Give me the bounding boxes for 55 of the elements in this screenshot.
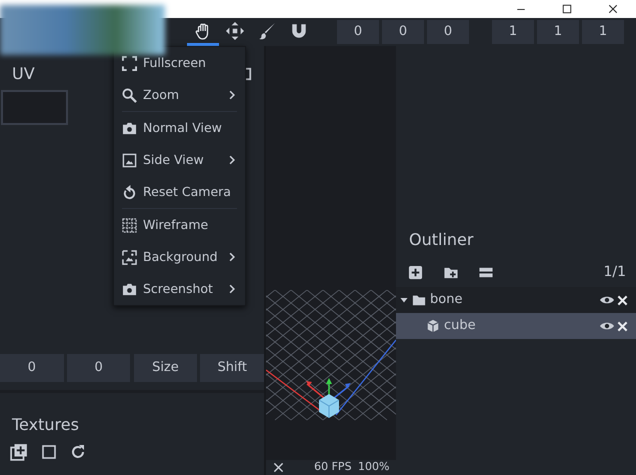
move-arrows-icon <box>226 22 244 40</box>
number-field[interactable]: 1 <box>537 20 579 44</box>
brush-icon <box>258 22 276 40</box>
group-name: bone <box>430 291 462 310</box>
panel-title: Outliner <box>409 230 474 249</box>
menu-item[interactable]: Side View <box>114 144 245 176</box>
fullscreen-icon <box>122 56 137 70</box>
collapse-icon[interactable] <box>478 265 494 280</box>
panel-title: Textures <box>12 415 79 434</box>
add-texture-icon[interactable] <box>10 443 28 461</box>
number-field[interactable]: 0 <box>427 20 469 44</box>
close-icon[interactable] <box>607 3 619 15</box>
number-field[interactable]: 1 <box>492 20 534 44</box>
menu-item[interactable]: Wireframe <box>114 209 245 241</box>
menu-item[interactable]: Normal View <box>114 112 245 144</box>
square-icon[interactable] <box>41 444 57 460</box>
refresh-icon[interactable] <box>70 444 86 460</box>
chevron-icon <box>227 155 237 165</box>
fps-counter: 60 FPS <box>314 459 352 475</box>
caret-icon[interactable] <box>400 296 408 304</box>
menu-item[interactable]: Zoom <box>114 79 245 111</box>
wireframe-icon <box>122 218 137 232</box>
number-field[interactable]: 0 <box>337 20 379 44</box>
image-icon <box>122 250 137 264</box>
number-field[interactable]: 0 <box>66 354 130 382</box>
number-field[interactable]: 1 <box>582 20 624 44</box>
camera-icon <box>122 120 137 136</box>
camera-icon <box>122 282 137 296</box>
image-icon <box>122 152 137 168</box>
number-field[interactable]: 0 <box>382 20 424 44</box>
menu-item[interactable]: Fullscreen <box>114 47 245 79</box>
magnet-icon <box>290 22 308 40</box>
cube-icon <box>426 319 440 333</box>
outliner-item[interactable]: cube <box>396 313 636 339</box>
uv-button[interactable]: Size <box>134 354 198 382</box>
chevron-icon <box>227 90 237 100</box>
outliner-count: 1/1 <box>603 263 626 282</box>
search-icon <box>122 88 137 102</box>
number-field[interactable]: 0 <box>0 354 64 382</box>
chevron-icon <box>227 252 237 262</box>
outliner-item[interactable]: bone <box>396 287 636 313</box>
maximize-icon[interactable] <box>561 3 573 15</box>
panel-title: UV <box>12 63 35 85</box>
menu-item[interactable]: Background <box>114 241 245 273</box>
element-name: cube <box>444 317 476 336</box>
menu-item[interactable]: Reset Camera <box>114 176 245 208</box>
add-folder-icon[interactable] <box>442 265 458 280</box>
zoom-level: 100% <box>358 459 390 475</box>
chevron-icon <box>227 284 237 294</box>
axis-gizmo-icon <box>306 378 351 418</box>
add-icon[interactable] <box>408 265 423 280</box>
folder-icon <box>412 293 426 307</box>
reset-icon <box>122 184 137 200</box>
uv-button[interactable]: Shift <box>200 354 264 382</box>
menu-item[interactable]: Screenshot <box>114 273 245 305</box>
